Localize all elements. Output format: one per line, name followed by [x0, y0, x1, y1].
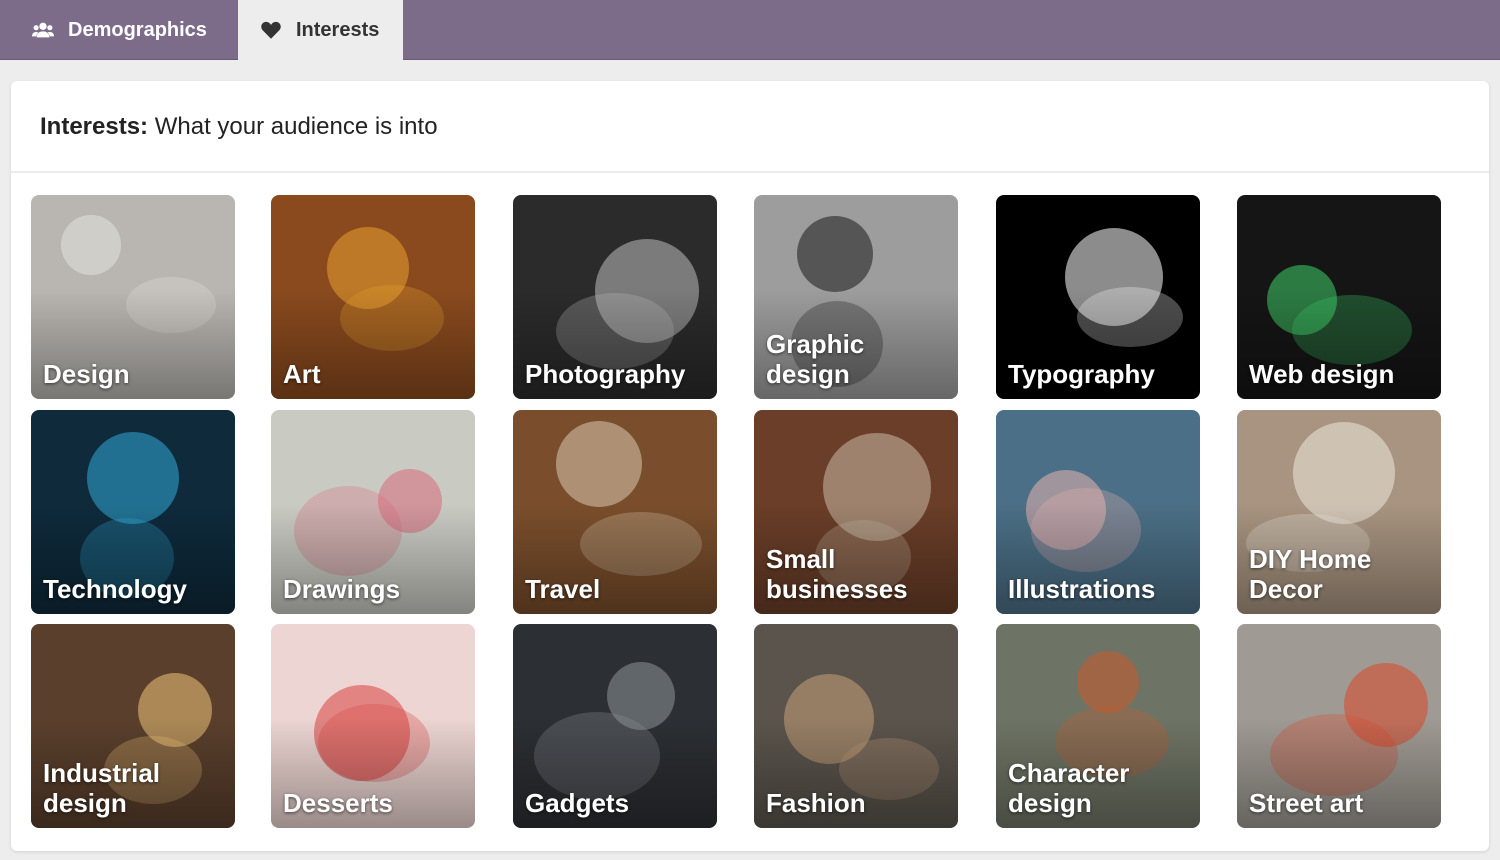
interest-label: Small businesses: [766, 544, 908, 604]
interest-label: Art: [283, 359, 321, 389]
interest-tile-industrial-design[interactable]: Industrial design: [31, 624, 235, 828]
interest-label: Character design: [1008, 758, 1130, 818]
interests-panel: Interests: What your audience is into De…: [11, 81, 1489, 851]
interest-tile-photography[interactable]: Photography: [513, 195, 717, 399]
interest-tile-small-businesses[interactable]: Small businesses: [754, 410, 958, 614]
section-title-rest: What your audience is into: [148, 113, 438, 140]
top-tab-bar: Demographics Interests: [0, 0, 1500, 60]
interests-panel-header: Interests: What your audience is into: [11, 81, 1489, 173]
interest-label: Illustrations: [1008, 574, 1156, 604]
interest-label: Graphic design: [766, 329, 865, 389]
interest-label: Technology: [43, 574, 187, 604]
interest-tile-typography[interactable]: Typography: [996, 195, 1200, 399]
section-title-bold: Interests:: [40, 113, 149, 140]
interest-tile-illustrations[interactable]: Illustrations: [996, 410, 1200, 614]
interest-tile-diy-home-decor[interactable]: DIY Home Decor: [1237, 410, 1441, 614]
interest-tile-fashion[interactable]: Fashion: [754, 624, 958, 828]
tab-interests[interactable]: Interests: [238, 0, 403, 60]
interest-label: Drawings: [283, 574, 401, 604]
interest-tile-technology[interactable]: Technology: [31, 410, 235, 614]
interest-tile-web-design[interactable]: Web design: [1237, 195, 1441, 399]
interest-tile-design[interactable]: Design: [31, 195, 235, 399]
interest-tile-gadgets[interactable]: Gadgets: [513, 624, 717, 828]
interest-tile-graphic-design[interactable]: Graphic design: [754, 195, 958, 399]
interest-label: Web design: [1249, 359, 1395, 389]
interest-tile-art[interactable]: Art: [271, 195, 475, 399]
users-icon: [32, 22, 54, 38]
interest-label: Street art: [1249, 788, 1364, 818]
interest-label: DIY Home Decor: [1249, 544, 1372, 604]
interest-label: Industrial design: [43, 758, 161, 818]
section-title: Interests: What your audience is into: [40, 113, 438, 141]
interest-label: Desserts: [283, 788, 393, 818]
interest-label: Fashion: [766, 788, 866, 818]
interest-tile-drawings[interactable]: Drawings: [271, 410, 475, 614]
interest-label: Photography: [525, 359, 686, 389]
heart-icon: [261, 21, 281, 39]
interest-label: Design: [43, 359, 130, 389]
interest-label: Typography: [1008, 359, 1155, 389]
tab-demographics-label: Demographics: [68, 18, 207, 41]
tab-demographics[interactable]: Demographics: [32, 0, 232, 60]
interest-tile-character-design[interactable]: Character design: [996, 624, 1200, 828]
interest-label: Gadgets: [525, 788, 630, 818]
interest-label: Travel: [525, 574, 601, 604]
interest-tile-street-art[interactable]: Street art: [1237, 624, 1441, 828]
tab-interests-label: Interests: [296, 18, 380, 41]
interest-tile-travel[interactable]: Travel: [513, 410, 717, 614]
interest-tile-desserts[interactable]: Desserts: [271, 624, 475, 828]
